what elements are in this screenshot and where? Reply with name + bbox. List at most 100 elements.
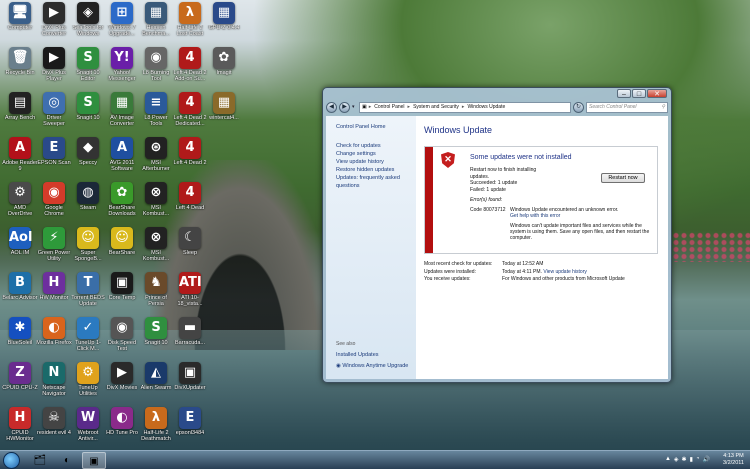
view-update-history-link[interactable]: View update history	[543, 269, 587, 277]
tray-icon[interactable]: ✱	[682, 456, 687, 463]
recent-pages-icon[interactable]: ▾	[352, 104, 357, 110]
desktop-icon[interactable]: ◈ SeaTools for Windows	[70, 2, 106, 44]
desktop-icon[interactable]: 4 Left 4 Dead 2 Add-on Su...	[172, 47, 208, 89]
desktop-icon[interactable]: ⚙ AMD OverDrive	[2, 182, 38, 224]
taskbar-control-panel-icon[interactable]: ▣	[82, 452, 106, 469]
desktop-icon[interactable]: ▦ Heaven Benchma...	[138, 2, 174, 44]
desktop-icon[interactable]: ◐ HD Tune Pro	[104, 407, 140, 449]
desktop-icon[interactable]: ▦ GPU-Z 0.4.4	[206, 2, 242, 44]
desktop-icon[interactable]: B Belarc Advisor	[2, 272, 38, 314]
desktop-icon[interactable]: Y! Yahoo! Messenger	[104, 47, 140, 89]
desktop-icon[interactable]: ▬ Barracuda...	[172, 317, 208, 359]
desktop-icon[interactable]: ▶ DivX Plus Converter	[36, 2, 72, 44]
breadcrumb-system-security[interactable]: System and Security	[412, 104, 460, 110]
desktop-icon[interactable]: ⊞ Windows 7 Upgrade...	[104, 2, 140, 44]
restart-now-button[interactable]: Restart now	[601, 173, 645, 183]
desktop-icon[interactable]: ⚡ Green Power Utility	[36, 227, 72, 269]
anytime-upgrade-link[interactable]: ◉ Windows Anytime Upgrade	[336, 363, 408, 369]
sidebar-link-faq[interactable]: Updates: frequently asked questions	[336, 174, 406, 190]
forward-button[interactable]: ▶	[339, 101, 350, 113]
desktop-icon[interactable]: ☠ resident evil 4	[36, 407, 72, 449]
desktop-icon[interactable]: S Snagit 10	[70, 92, 106, 134]
desktop-icon[interactable]: ⚙ TuneUp Utilities	[70, 362, 106, 404]
desktop-icon[interactable]: H HW Monitor	[36, 272, 72, 314]
desktop-icon[interactable]: 🗑 Recycle Bin	[2, 47, 38, 89]
desktop-icon[interactable]: ⊗ MSI Kombust...	[138, 227, 174, 269]
desktop-icon[interactable]: ▦ wintercat4...	[206, 92, 242, 134]
desktop-icon[interactable]: Aol AOL IM	[2, 227, 38, 269]
desktop-icon[interactable]: ☺ BearShare	[104, 227, 140, 269]
minimize-button[interactable]: –	[617, 89, 631, 98]
control-panel-home-link[interactable]: Control Panel Home	[336, 124, 416, 130]
desktop-icon[interactable]: ✓ TuneUp 1-Click M...	[70, 317, 106, 359]
desktop-icon[interactable]: S Snagit 10	[138, 317, 174, 359]
tray-icon[interactable]: ▲	[665, 456, 671, 463]
taskbar-firefox-icon[interactable]: ◐	[55, 452, 79, 469]
desktop-icon[interactable]: ✱ BlueSoleil	[2, 317, 38, 359]
desktop-icon[interactable]: ▤ Array Bench	[2, 92, 38, 134]
search-input[interactable]: Search Control Panel ⚲	[586, 101, 668, 113]
desktop-icon[interactable]: E EPSON Scan	[36, 137, 72, 179]
desktop-icon[interactable]: 4 Left 4 Dead 2	[172, 137, 208, 179]
desktop-icon[interactable]: W Webroot Antivir...	[70, 407, 106, 449]
desktop-icon[interactable]: A Adobe Reader 9	[2, 137, 38, 179]
desktop-icon[interactable]: ▦ AV Image Converter	[104, 92, 140, 134]
tray-icon[interactable]: 🔊	[703, 456, 710, 463]
desktop-icon[interactable]: ≡ L8 Power Tools	[138, 92, 174, 134]
start-button[interactable]	[3, 452, 20, 469]
address-bar[interactable]: ▣ ▸ Control Panel ▸ System and Security …	[359, 101, 571, 113]
desktop-icon[interactable]: ◭ Alien Swarm	[138, 362, 174, 404]
refresh-button[interactable]: ↻	[573, 101, 584, 113]
tray-icon[interactable]: ▮	[690, 456, 693, 463]
desktop-icon[interactable]: Eepsonl3484	[172, 407, 208, 449]
clock[interactable]: 4:13 PM 3/2/2011	[723, 453, 744, 467]
close-button[interactable]: ✕	[647, 89, 667, 98]
desktop-icon[interactable]: ⊛ MSI Afterburner	[138, 137, 174, 179]
desktop-icon[interactable]: ◆ Speccy	[70, 137, 106, 179]
desktop-icon[interactable]: ◐ Mozilla Firefox	[36, 317, 72, 359]
desktop-icon[interactable]: ♞ Prince of Persia	[138, 272, 174, 314]
search-icon[interactable]: ⚲	[661, 104, 665, 110]
desktop-icon[interactable]: 4 Left 4 Dead	[172, 182, 208, 224]
desktop-icon[interactable]: 🖥 Computer	[2, 2, 38, 44]
desktop-icon[interactable]: H CPUID HWMonitor	[2, 407, 38, 449]
desktop-icon[interactable]: ◎ Driver Sweeper	[36, 92, 72, 134]
back-button[interactable]: ◀	[326, 101, 337, 113]
desktop-icon[interactable]: ◉ Disk Speed Test	[104, 317, 140, 359]
desktop-icon[interactable]: ⊗ MSI Kombust...	[138, 182, 174, 224]
desktop-icon[interactable]: 4 Left 4 Dead 2 Dedicated...	[172, 92, 208, 134]
desktop-icon[interactable]: ◉ L8 Burning Tool	[138, 47, 174, 89]
desktop-icon[interactable]: Z CPUID CPU-Z	[2, 362, 38, 404]
sidebar-link-change-settings[interactable]: Change settings	[336, 150, 416, 158]
desktop-icon[interactable]: ✿ Imagit	[206, 47, 242, 89]
sidebar-link-check-updates[interactable]: Check for updates	[336, 142, 416, 150]
desktop-icon-label: Alien Swarm	[140, 385, 172, 391]
desktop-icon[interactable]: T Torrent BEDS Update	[70, 272, 106, 314]
installed-updates-link[interactable]: Installed Updates	[336, 352, 379, 358]
breadcrumb-windows-update[interactable]: Windows Update	[466, 104, 506, 110]
desktop-icon[interactable]: ◍ Steam	[70, 182, 106, 224]
info-row: Most recent check for updates: Today at …	[424, 261, 658, 269]
sidebar-link-update-history[interactable]: View update history	[336, 158, 416, 166]
sidebar-link-restore-hidden[interactable]: Restore hidden updates	[336, 166, 416, 174]
breadcrumb-control-panel[interactable]: Control Panel	[373, 104, 405, 110]
desktop-icon[interactable]: ▶ DivX Movies	[104, 362, 140, 404]
tray-icon[interactable]: ◔	[696, 456, 700, 463]
desktop-icon[interactable]: S Snagit 10 Editor	[70, 47, 106, 89]
desktop-icon[interactable]: N Netscape Navigator	[36, 362, 72, 404]
desktop-icon[interactable]: ▣ Core Temp	[104, 272, 140, 314]
desktop-icon[interactable]: A AVG 2011 Software	[104, 137, 140, 179]
error-help-link[interactable]: Get help with this error	[510, 213, 560, 219]
desktop-icon[interactable]: ✿ BearShare Downloads	[104, 182, 140, 224]
desktop-icon[interactable]: ▶ DivX Plus Player	[36, 47, 72, 89]
desktop-icon[interactable]: λ Half-Life 2 Lost Coast	[172, 2, 208, 44]
desktop-icon[interactable]: ☺ Super SpongeB...	[70, 227, 106, 269]
desktop-icon[interactable]: ◉ Google Chrome	[36, 182, 72, 224]
desktop-icon[interactable]: ▣ DivXUpdater	[172, 362, 208, 404]
desktop-icon[interactable]: ☾ Sleep	[172, 227, 208, 269]
desktop-icon[interactable]: λ Half-Life 2 Deathmatch	[138, 407, 174, 449]
tray-icon[interactable]: ◈	[674, 456, 679, 463]
taskbar-explorer-icon[interactable]: 🗂	[28, 452, 52, 469]
maximize-button[interactable]: □	[632, 89, 646, 98]
desktop-icon[interactable]: ATI ATI 10-18_vista...	[172, 272, 208, 314]
